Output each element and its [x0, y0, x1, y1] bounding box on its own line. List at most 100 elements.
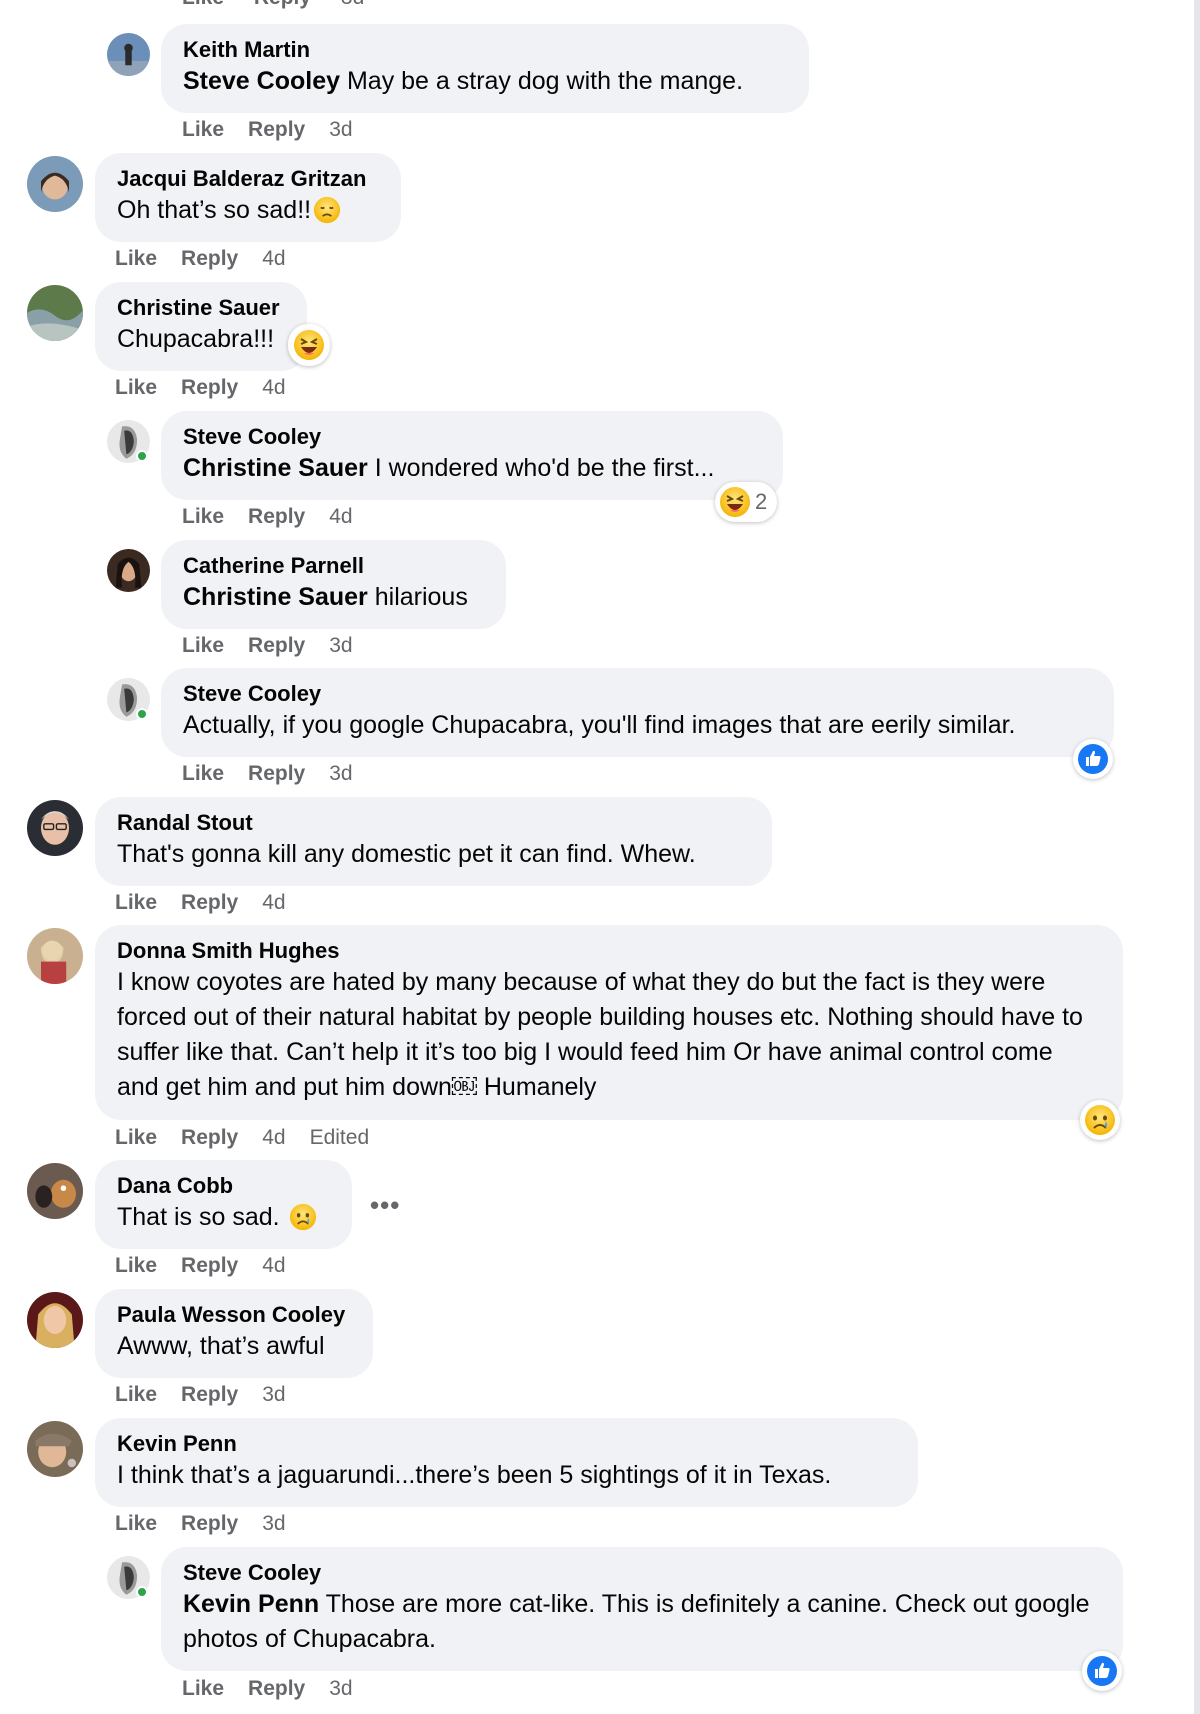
- avatar-photo: [27, 928, 83, 984]
- reply-link[interactable]: Reply: [248, 505, 305, 528]
- comment-time: 3d: [329, 118, 353, 141]
- reaction-badge[interactable]: [1073, 739, 1113, 779]
- reply-link[interactable]: Reply: [181, 1126, 238, 1149]
- comment-author[interactable]: Catherine Parnell: [183, 552, 484, 580]
- like-link[interactable]: Like: [182, 505, 224, 528]
- comment-text: Chupacabra!!!: [117, 325, 275, 353]
- comment-author[interactable]: Steve Cooley: [183, 680, 1092, 708]
- comment-author[interactable]: Paula Wesson Cooley: [117, 1301, 351, 1329]
- comment-author[interactable]: Steve Cooley: [183, 423, 761, 451]
- comment-author[interactable]: Keith Martin: [183, 36, 787, 64]
- comment-bubble: Steve Cooley Actually, if you google Chu…: [161, 668, 1114, 757]
- comment-text: Oh that’s so sad!!: [117, 196, 312, 224]
- comment-actions: Like Reply 4d: [182, 503, 377, 531]
- comment-bubble: Steve Cooley Kevin Penn Those are more c…: [161, 1547, 1123, 1671]
- comment-time: 4d: [262, 247, 286, 270]
- comment-author[interactable]: Christine Sauer: [117, 294, 285, 322]
- comment-time: 4d: [262, 376, 286, 399]
- laughing-face-icon: [294, 330, 324, 360]
- reply-link[interactable]: Reply: [181, 1254, 238, 1277]
- more-options-button[interactable]: •••: [370, 1190, 400, 1221]
- avatar-photo: [27, 1163, 83, 1219]
- like-link[interactable]: Like: [115, 247, 157, 270]
- online-status-indicator: [136, 708, 148, 720]
- avatar[interactable]: [27, 800, 83, 856]
- scrollbar[interactable]: [1194, 0, 1200, 1714]
- avatar-photo: [27, 1421, 83, 1477]
- like-link[interactable]: Like: [182, 762, 224, 785]
- online-status-indicator: [136, 450, 148, 462]
- comment-time: 4d: [262, 1126, 286, 1149]
- like-icon: [1087, 1656, 1117, 1686]
- reaction-badge[interactable]: [1082, 1651, 1122, 1691]
- partial-actions-row: Like Reply 3d: [182, 0, 364, 10]
- reply-link[interactable]: Reply: [248, 762, 305, 785]
- comment-actions: Like Reply 3d: [115, 1510, 310, 1538]
- like-link[interactable]: Like: [182, 0, 224, 9]
- comment-author[interactable]: Jacqui Balderaz Gritzan: [117, 165, 379, 193]
- mention-tag[interactable]: Christine Sauer: [183, 454, 368, 482]
- reply-link[interactable]: Reply: [248, 118, 305, 141]
- like-link[interactable]: Like: [182, 1677, 224, 1700]
- like-link[interactable]: Like: [182, 118, 224, 141]
- avatar[interactable]: [27, 1421, 83, 1477]
- like-link[interactable]: Like: [182, 634, 224, 657]
- reaction-badge[interactable]: [288, 324, 330, 366]
- comment-author[interactable]: Randal Stout: [117, 809, 750, 837]
- avatar[interactable]: [107, 33, 150, 76]
- like-link[interactable]: Like: [115, 1512, 157, 1535]
- online-status-indicator: [136, 1586, 148, 1598]
- reaction-badge[interactable]: 2: [715, 482, 778, 522]
- avatar[interactable]: [27, 1292, 83, 1348]
- like-link[interactable]: Like: [115, 1383, 157, 1406]
- comment-text: I know coyotes are hated by many because…: [117, 968, 1083, 1101]
- like-link[interactable]: Like: [115, 891, 157, 914]
- comment-author[interactable]: Donna Smith Hughes: [117, 937, 1101, 965]
- avatar[interactable]: [27, 928, 83, 984]
- comment-bubble: Paula Wesson Cooley Awww, that’s awful: [95, 1289, 373, 1378]
- avatar[interactable]: [107, 549, 150, 592]
- like-link[interactable]: Like: [115, 1126, 157, 1149]
- comment-author[interactable]: Steve Cooley: [183, 1559, 1101, 1587]
- like-link[interactable]: Like: [115, 376, 157, 399]
- reaction-badge[interactable]: [1080, 1100, 1120, 1140]
- comment-actions: Like Reply 4d: [115, 1252, 310, 1280]
- comment-bubble: Randal Stout That's gonna kill any domes…: [95, 797, 772, 886]
- reply-link[interactable]: Reply: [181, 1512, 238, 1535]
- comment-actions: Like Reply 3d: [182, 1675, 377, 1703]
- reply-link[interactable]: Reply: [181, 376, 238, 399]
- reply-link[interactable]: Reply: [248, 634, 305, 657]
- avatar-photo: [27, 1292, 83, 1348]
- comment-time: 4d: [262, 891, 286, 914]
- avatar-photo: [27, 800, 83, 856]
- comment-bubble: Jacqui Balderaz Gritzan Oh that’s so sad…: [95, 153, 401, 242]
- comment-bubble: Christine Sauer Chupacabra!!!: [95, 282, 307, 371]
- comment-text: hilarious: [374, 583, 468, 611]
- comment-time: 3d: [341, 0, 364, 9]
- comment-author[interactable]: Dana Cobb: [117, 1172, 330, 1200]
- edited-label: Edited: [309, 1126, 370, 1149]
- comment-bubble: Donna Smith Hughes I know coyotes are ha…: [95, 925, 1123, 1120]
- comment-time: 3d: [262, 1383, 286, 1406]
- comment-time: 4d: [329, 505, 353, 528]
- avatar[interactable]: [27, 156, 83, 212]
- reply-link[interactable]: Reply: [181, 247, 238, 270]
- avatar[interactable]: [27, 285, 83, 341]
- mention-tag[interactable]: Christine Sauer: [183, 583, 368, 611]
- reply-link[interactable]: Reply: [254, 0, 311, 9]
- comment-bubble: Dana Cobb That is so sad.: [95, 1160, 352, 1249]
- mention-tag[interactable]: Kevin Penn: [183, 1590, 319, 1618]
- comment-bubble: Steve Cooley Christine Sauer I wondered …: [161, 411, 783, 500]
- like-link[interactable]: Like: [115, 1254, 157, 1277]
- comment-author[interactable]: Kevin Penn: [117, 1430, 896, 1458]
- comment-text: I think that’s a jaguarundi...there’s be…: [117, 1461, 832, 1489]
- reply-link[interactable]: Reply: [181, 1383, 238, 1406]
- disappointed-face-icon: [313, 196, 341, 224]
- comment-text: Awww, that’s awful: [117, 1332, 325, 1360]
- reply-link[interactable]: Reply: [248, 1677, 305, 1700]
- mention-tag[interactable]: Steve Cooley: [183, 67, 340, 95]
- comment-bubble: Kevin Penn I think that’s a jaguarundi..…: [95, 1418, 918, 1507]
- avatar[interactable]: [27, 1163, 83, 1219]
- comment-text: Those are more cat-like. This is definit…: [183, 1590, 1090, 1653]
- reply-link[interactable]: Reply: [181, 891, 238, 914]
